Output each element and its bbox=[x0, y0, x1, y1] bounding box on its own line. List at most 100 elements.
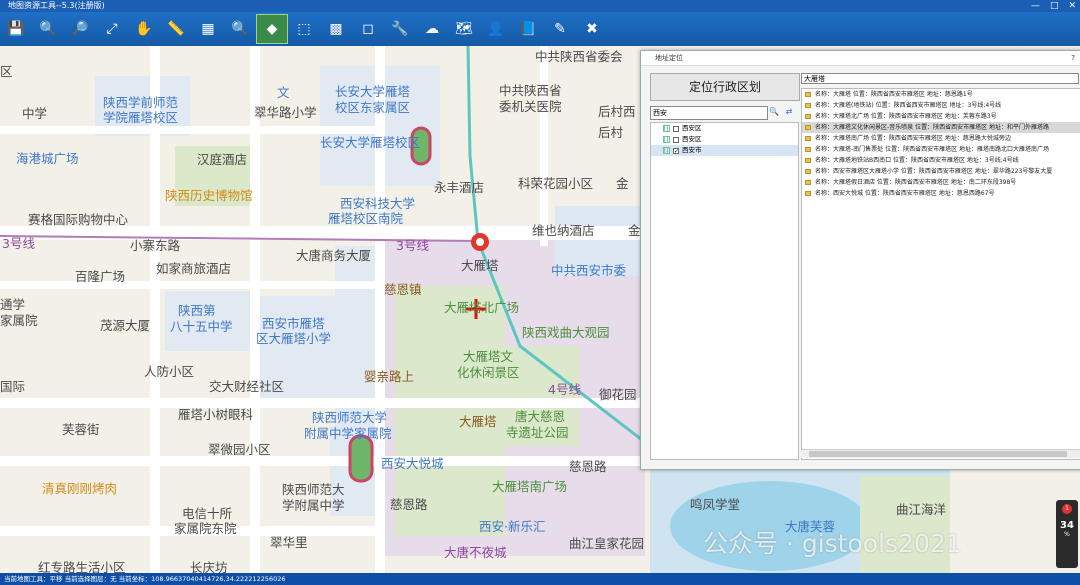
result-item[interactable]: 名称：大雁塔-南门售票处 位置：陕西省西安市雁塔区 地址：雁塔南路北口大雁塔南广… bbox=[802, 144, 1080, 155]
search-icon[interactable]: 🔍 bbox=[224, 14, 256, 44]
map-icon[interactable]: 🗺 bbox=[448, 14, 480, 44]
map-label: 人防小区 bbox=[144, 364, 195, 379]
help-button[interactable]: ? bbox=[1071, 51, 1075, 65]
tree-item-label: 西安市 bbox=[682, 146, 702, 154]
dialog-title-bar: 地址定位 ? bbox=[641, 51, 1080, 66]
refresh-icon[interactable]: ⇄ bbox=[783, 106, 795, 118]
result-item[interactable]: 名称：西安市雁塔区大雁塔小学 位置：陕西省西安市雁塔区 地址：翠华路223号黎友… bbox=[802, 166, 1080, 177]
result-item[interactable]: 名称：大雁塔 位置：陕西省西安市雁塔区 地址：慈恩路1号 bbox=[802, 89, 1080, 100]
grid-icon[interactable]: ▩ bbox=[320, 14, 352, 44]
map-label: 中学 bbox=[22, 106, 48, 121]
map-label: 大雁塔 bbox=[459, 414, 497, 429]
map-label: 区大雁塔小学 bbox=[256, 331, 332, 346]
region-search-icon[interactable]: 🔍 bbox=[768, 106, 780, 118]
result-text: 名称：大雁塔北广场 位置：陕西省西安市雁塔区 地址：芙蓉东路3号 bbox=[815, 113, 997, 120]
map-label: 雁塔校区南院 bbox=[328, 211, 404, 226]
keyword-input[interactable]: 大雁塔 bbox=[801, 73, 1079, 84]
map-label: 长庆坊 bbox=[190, 560, 228, 573]
tools-icon[interactable]: 🔧 bbox=[384, 14, 416, 44]
result-item[interactable]: 名称：大雁塔地铁站B西南口 位置：陕西省西安市雁塔区 地址：3号线;4号线 bbox=[802, 155, 1080, 166]
dialog-title: 地址定位 bbox=[655, 54, 683, 62]
minimize-button[interactable]: — bbox=[1031, 0, 1040, 12]
folder-icon bbox=[805, 180, 811, 185]
locate-region-button[interactable]: 定位行政区划 bbox=[650, 73, 800, 101]
select-icon[interactable]: ⬚ bbox=[288, 14, 320, 44]
folder-icon bbox=[805, 125, 811, 130]
scrollbar-thumb[interactable] bbox=[809, 451, 1067, 457]
tree-item[interactable]: 西安区 bbox=[651, 123, 798, 134]
clear-icon[interactable]: ◻ bbox=[352, 14, 384, 44]
book-icon[interactable]: 📘 bbox=[512, 14, 544, 44]
result-text: 名称：大雁塔 位置：陕西省西安市雁塔区 地址：慈恩路1号 bbox=[815, 91, 973, 98]
map-label: 金 bbox=[628, 223, 641, 238]
close-red-icon[interactable]: ✖ bbox=[576, 14, 608, 44]
map-label: 慈恩路 bbox=[390, 497, 428, 512]
map-label: 维也纳酒店 bbox=[532, 223, 595, 238]
tree-item[interactable]: 西安区 bbox=[651, 134, 798, 145]
grid-icon bbox=[663, 125, 670, 132]
map-label: 附属中学家属院 bbox=[304, 426, 392, 441]
map-label: 大雁塔南广场 bbox=[492, 479, 568, 494]
map-label: 鸣凤学堂 bbox=[690, 497, 741, 512]
map-label: 永丰酒店 bbox=[434, 180, 485, 195]
map-label: 汉庭酒店 bbox=[197, 152, 248, 167]
folder-icon bbox=[805, 103, 811, 108]
result-item[interactable]: 名称：大雁塔南广场 位置：陕西省西安市雁塔区 地址：慈恩路大悦城旁边 bbox=[802, 133, 1080, 144]
map-label: 西安大悦城 bbox=[381, 456, 444, 471]
folder-icon bbox=[805, 114, 811, 119]
locate-icon[interactable]: ◆ bbox=[256, 14, 288, 44]
tree-checkbox[interactable]: ✓ bbox=[673, 147, 679, 154]
map-label: 金 bbox=[616, 176, 629, 191]
map-label: 赛格国际购物中心 bbox=[28, 212, 129, 227]
map-label: 陕西戏曲大观园 bbox=[522, 325, 610, 340]
map-label: 翠微园小区 bbox=[208, 442, 271, 457]
map-label: 小寨东路 bbox=[130, 238, 181, 253]
network-speed-widget[interactable]: 1 34 % bbox=[1056, 500, 1078, 568]
result-item[interactable]: 名称：大雁塔北广场 位置：陕西省西安市雁塔区 地址：芙蓉东路3号 bbox=[802, 111, 1080, 122]
pan-icon[interactable]: ✋ bbox=[128, 14, 160, 44]
maximize-button[interactable]: □ bbox=[1050, 0, 1059, 12]
toolbar: 💾 🔍 🔎 ⤢ ✋ 📏 ▦ 🔍 ◆ ⬚ ▩ ◻ 🔧 ☁ 🗺 👤 📘 ✎ ✖ bbox=[0, 12, 1080, 46]
result-text: 名称：西安市雁塔区大雁塔小学 位置：陕西省西安市雁塔区 地址：翠华路223号黎友… bbox=[815, 168, 1053, 175]
grid-icon bbox=[663, 147, 670, 154]
measure-icon[interactable]: 📏 bbox=[160, 14, 192, 44]
tree-item[interactable]: ✓ 西安市 bbox=[651, 145, 798, 156]
result-item[interactable]: 名称：西安大悦城 位置：陕西省西安市雁塔区 地址：慈恩西路67号 bbox=[802, 188, 1080, 199]
user-icon[interactable]: 👤 bbox=[480, 14, 512, 44]
zoom-out-icon[interactable]: 🔎 bbox=[64, 14, 96, 44]
map-label: 3号线 bbox=[396, 238, 429, 253]
tree-item-label: 西安区 bbox=[682, 124, 702, 132]
cloud-icon[interactable]: ☁ bbox=[416, 14, 448, 44]
map-label: 化休闲景区 bbox=[457, 365, 520, 380]
tree-checkbox[interactable] bbox=[673, 125, 679, 132]
map-label: 学附属中学 bbox=[282, 498, 345, 513]
result-text: 名称：大雁塔假日酒店 位置：陕西省西安市雁塔区 地址：南二环东段398号 bbox=[815, 179, 1017, 186]
map-label: 大唐不夜城 bbox=[444, 545, 507, 560]
map-label: 芙蓉街 bbox=[62, 422, 100, 437]
full-extent-icon[interactable]: ⤢ bbox=[96, 14, 128, 44]
map-label: 学院雁塔校区 bbox=[103, 110, 179, 125]
map-label: 翠华里 bbox=[270, 535, 308, 550]
result-item[interactable]: 名称：大雁塔假日酒店 位置：陕西省西安市雁塔区 地址：南二环东段398号 bbox=[802, 177, 1080, 188]
tree-checkbox[interactable] bbox=[673, 136, 679, 143]
result-item[interactable]: 名称：大雁塔文化休闲景区-音乐喷泉 位置：陕西省西安市雁塔区 地址：和平门外雁塔… bbox=[802, 122, 1080, 133]
widget-value: 34 bbox=[1060, 520, 1074, 531]
region-search-input[interactable]: 西安 bbox=[650, 106, 768, 120]
map-label: 八十五中学 bbox=[170, 319, 233, 334]
zoom-in-icon[interactable]: 🔍 bbox=[32, 14, 64, 44]
map-label: 大雁塔北广场 bbox=[444, 300, 520, 315]
folder-icon bbox=[805, 158, 811, 163]
folder-icon bbox=[805, 147, 811, 152]
horizontal-scrollbar[interactable] bbox=[801, 449, 1080, 458]
map-label: 如家商旅酒店 bbox=[156, 261, 232, 276]
result-item[interactable]: 名称：大雁塔(地铁站) 位置：陕西省西安市雁塔区 地址：3号线;4号线 bbox=[802, 100, 1080, 111]
map-label: 大唐商务大厦 bbox=[296, 248, 372, 263]
pencil-icon[interactable]: ✎ bbox=[544, 14, 576, 44]
map-label: 百隆广场 bbox=[75, 269, 126, 284]
layers-icon[interactable]: ▦ bbox=[192, 14, 224, 44]
close-button[interactable]: ✕ bbox=[1068, 0, 1076, 12]
map-label: 婴亲路上 bbox=[364, 369, 415, 384]
map-label: 中共西安市委 bbox=[551, 263, 627, 278]
map-label: 清真刚刚烤肉 bbox=[42, 481, 118, 496]
save-icon[interactable]: 💾 bbox=[0, 14, 32, 44]
